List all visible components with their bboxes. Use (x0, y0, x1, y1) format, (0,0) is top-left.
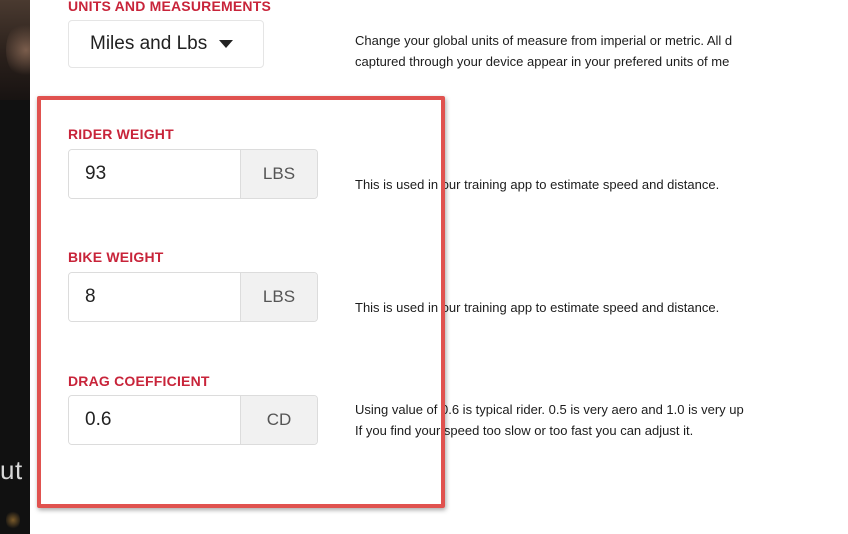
drag-description-line-2: If you find your speed too slow or too f… (355, 423, 694, 438)
units-label: UNITS AND MEASUREMENTS (68, 0, 271, 14)
rider-weight-description: This is used in our training app to esti… (355, 177, 720, 192)
drag-coefficient-input[interactable]: 0.6 (69, 396, 240, 444)
rider-weight-unit: LBS (240, 150, 317, 198)
drag-coefficient-field: 0.6 CD (68, 395, 318, 445)
background-light (6, 510, 20, 530)
bike-weight-unit: LBS (240, 273, 317, 321)
bike-weight-field: 8 LBS (68, 272, 318, 322)
bike-weight-input[interactable]: 8 (69, 273, 240, 321)
left-background-panel: ut (0, 0, 30, 534)
units-description-line-2: captured through your device appear in y… (355, 54, 730, 69)
drag-coefficient-label: DRAG COEFFICIENT (68, 373, 210, 389)
drag-description-line-1: Using value of 0.6 is typical rider. 0.5… (355, 402, 744, 417)
drag-coefficient-unit: CD (240, 396, 317, 444)
drag-coefficient-description: Using value of 0.6 is typical rider. 0.5… (355, 399, 744, 441)
units-description-line-1: Change your global units of measure from… (355, 33, 733, 48)
units-select[interactable]: Miles and Lbs (68, 20, 264, 68)
rider-weight-field: 93 LBS (68, 149, 318, 199)
caret-down-icon (219, 40, 234, 48)
rider-weight-label: RIDER WEIGHT (68, 126, 174, 142)
bike-weight-label: BIKE WEIGHT (68, 249, 164, 265)
bike-weight-description: This is used in our training app to esti… (355, 300, 720, 315)
background-text-fragment: ut (0, 455, 23, 485)
units-description: Change your global units of measure from… (355, 30, 732, 72)
units-select-value: Miles and Lbs (90, 33, 208, 54)
rider-weight-input[interactable]: 93 (69, 150, 240, 198)
